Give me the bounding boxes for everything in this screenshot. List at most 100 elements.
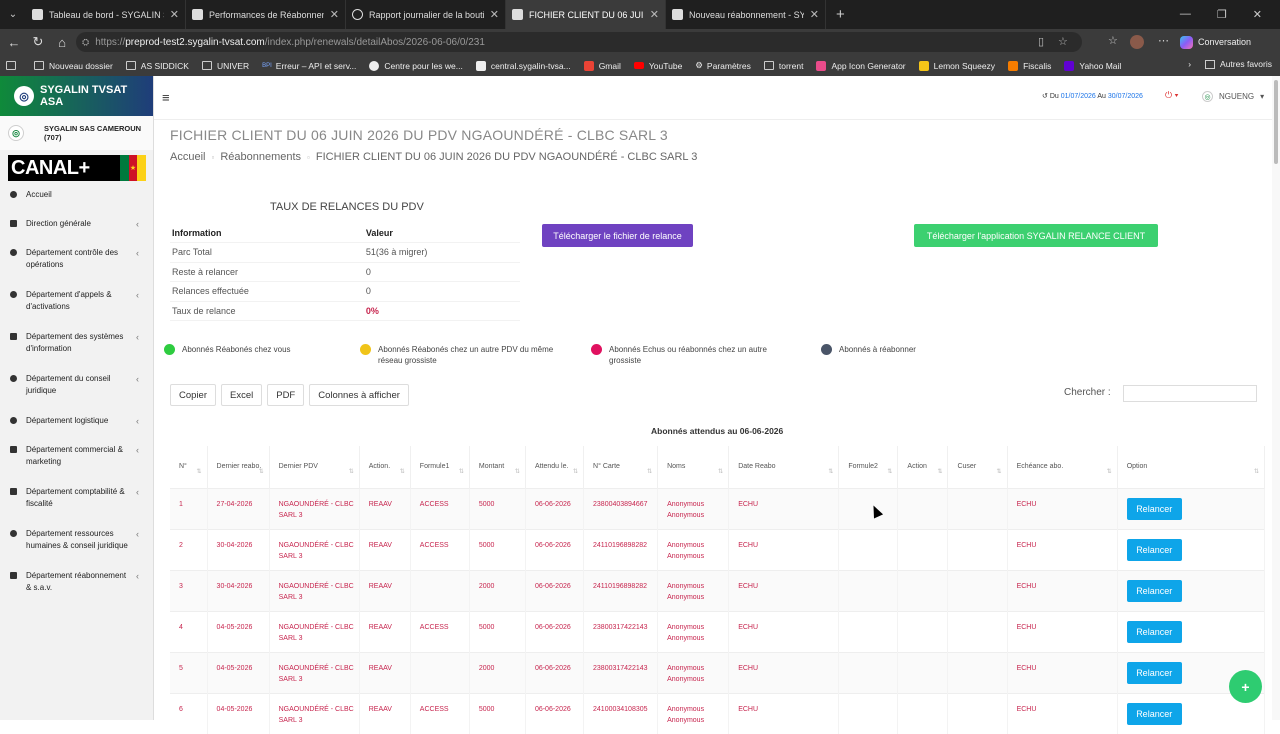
other-favorites[interactable]: › Autres favoris — [1188, 59, 1272, 69]
new-tab-icon[interactable]: + — [836, 6, 845, 23]
download-app-button[interactable]: Télécharger l'application SYGALIN RELANC… — [914, 224, 1158, 247]
browser-tab[interactable]: Nouveau réabonnement - SYGALIN✕ — [666, 0, 826, 29]
floating-add-button[interactable]: + — [1229, 670, 1262, 703]
browser-tab-active[interactable]: FICHIER CLIENT DU 06 JUIN 2026✕ — [506, 0, 666, 29]
more-menu-icon[interactable]: ⋯ — [1158, 34, 1169, 47]
favorites-icon[interactable]: ☆ — [1108, 34, 1118, 47]
sidebar-item-commercial-marketing[interactable]: Département commercial & marketing ‹ — [0, 444, 153, 486]
browser-tab[interactable]: Tableau de bord - SYGALIN SAS CAM✕ — [26, 0, 186, 29]
sort-icon[interactable]: ⇅ — [573, 467, 578, 477]
column-header[interactable]: Option ⇅ — [1117, 446, 1266, 488]
close-tab-icon[interactable]: ✕ — [170, 8, 179, 21]
column-header[interactable]: Formule2 ⇅ — [838, 446, 899, 488]
home-icon[interactable]: ⌂ — [50, 35, 74, 50]
browser-tab[interactable]: Performances de Réabonnements✕ — [186, 0, 346, 29]
close-tab-icon[interactable]: ✕ — [330, 8, 339, 21]
download-relance-file-button[interactable]: Télécharger le fichier de relance — [542, 224, 693, 247]
relancer-button[interactable]: Relancer — [1126, 497, 1182, 520]
sidebar-item-conseil-juridique[interactable]: Département du conseil juridique ‹ — [0, 373, 153, 415]
sort-icon[interactable]: ⇅ — [1107, 467, 1112, 477]
profile-avatar[interactable] — [1130, 35, 1144, 49]
columns-visibility-button[interactable]: Colonnes à afficher — [309, 384, 409, 406]
column-header[interactable]: Action. ⇅ — [359, 446, 411, 488]
period-selector[interactable]: ↺ Du 01/07/2026 Au 30/07/2026 — [1042, 92, 1143, 100]
url-field[interactable]: ⛭ https://preprod-test2.sygalin-tvsat.co… — [76, 32, 1082, 52]
breadcrumb-renewals-link[interactable]: Réabonnements — [220, 151, 301, 163]
sort-icon[interactable]: ⇅ — [349, 467, 354, 477]
close-tab-icon[interactable]: ✕ — [490, 8, 499, 21]
sort-icon[interactable]: ⇅ — [647, 467, 652, 477]
reload-icon[interactable]: ↻ — [26, 34, 50, 50]
sidebar-item-controle-operations[interactable]: Département contrôle des opérations ‹ — [0, 247, 153, 289]
sidebar-item-appels-activations[interactable]: Département d'appels & d'activations ‹ — [0, 289, 153, 331]
bookmark[interactable]: Nouveau dossier — [34, 61, 113, 71]
sidebar-item-reabonnement-sav[interactable]: Département réabonnement & s.a.v. ‹ — [0, 570, 153, 612]
close-tab-icon[interactable]: ✕ — [810, 8, 819, 21]
column-header[interactable]: Echéance abo. ⇅ — [1007, 446, 1118, 488]
reader-mode-icon[interactable]: ▯ — [1038, 35, 1044, 48]
hamburger-menu-icon[interactable]: ≡ — [162, 90, 170, 105]
sort-icon[interactable]: ⇅ — [400, 467, 405, 477]
user-menu[interactable]: ◎ NGUENG ▾ — [1202, 91, 1264, 102]
sort-icon[interactable]: ⇅ — [997, 467, 1002, 477]
column-header[interactable]: Attendu le. ⇅ — [525, 446, 585, 488]
back-arrow-icon[interactable]: ← — [2, 35, 26, 50]
sort-icon[interactable]: ⇅ — [259, 467, 264, 477]
sort-icon[interactable]: ⇅ — [459, 467, 464, 477]
pdf-button[interactable]: PDF — [267, 384, 305, 406]
column-header[interactable]: Cuser ⇅ — [947, 446, 1008, 488]
bookmark[interactable]: App Icon Generator — [816, 60, 906, 71]
relancer-button[interactable]: Relancer — [1126, 661, 1182, 684]
browser-tab[interactable]: Rapport journalier de la boutique✕ — [346, 0, 506, 29]
column-header[interactable]: Formule1 ⇅ — [410, 446, 470, 488]
relancer-button[interactable]: Relancer — [1126, 620, 1182, 643]
close-window-icon[interactable]: ✕ — [1253, 8, 1262, 21]
bookmark[interactable]: BPI Erreur – API et serv... — [262, 61, 356, 71]
sort-icon[interactable]: ⇅ — [828, 467, 833, 477]
bookmark[interactable]: UNIVER — [201, 61, 249, 71]
sidebar-item-ressources-humaines[interactable]: Département ressources humaines & consei… — [0, 528, 153, 570]
sidebar-item-systemes-information[interactable]: Département des systèmes d'information ‹ — [0, 331, 153, 373]
column-header[interactable]: Date Reabo ⇅ — [728, 446, 840, 488]
bookmark-sync-icon[interactable] — [6, 61, 21, 70]
bookmark[interactable]: Yahoo Mail — [1064, 60, 1121, 71]
site-info-icon[interactable]: ⛭ — [82, 37, 89, 48]
favorite-star-icon[interactable]: ☆ — [1058, 35, 1068, 48]
tab-list-chevron-icon[interactable]: ⌄ — [0, 0, 26, 29]
relancer-button[interactable]: Relancer — [1126, 538, 1182, 561]
column-header[interactable]: Dernier reabo. ⇅ — [207, 446, 270, 488]
copilot-conversation-button[interactable]: Conversation — [1180, 32, 1251, 52]
column-header[interactable]: N° Carte ⇅ — [583, 446, 659, 488]
relancer-button[interactable]: Relancer — [1126, 579, 1182, 602]
bookmark[interactable]: Lemon Squeezy — [918, 60, 995, 71]
sort-icon[interactable]: ⇅ — [937, 467, 942, 477]
sidebar-item-accueil[interactable]: Accueil — [0, 189, 153, 218]
sort-icon[interactable]: ⇅ — [887, 467, 892, 477]
restore-icon[interactable]: ❐ — [1217, 8, 1227, 21]
bookmark[interactable]: Centre pour les we... — [369, 60, 463, 71]
brand-header[interactable]: ◎ SYGALIN TVSAT ASA — [0, 76, 153, 116]
bookmark[interactable]: ⚙ Paramètres — [695, 60, 751, 71]
sidebar-item-comptabilite-fiscalite[interactable]: Département comptabilité & fiscalité ‹ — [0, 486, 153, 528]
bookmark[interactable]: torrent — [763, 61, 803, 71]
excel-button[interactable]: Excel — [221, 384, 263, 406]
sort-icon[interactable]: ⇅ — [1254, 467, 1259, 477]
power-icon[interactable]: ⏻ ▾ — [1165, 90, 1178, 101]
copy-button[interactable]: Copier — [170, 384, 216, 406]
column-header[interactable]: Noms ⇅ — [657, 446, 730, 488]
sort-icon[interactable]: ⇅ — [197, 467, 202, 477]
bookmark[interactable]: Gmail — [583, 60, 621, 71]
column-header[interactable]: Action ⇅ — [897, 446, 949, 488]
chevron-right-icon[interactable]: › — [1188, 59, 1191, 69]
sort-icon[interactable]: ⇅ — [515, 467, 520, 477]
column-header[interactable]: Dernier PDV ⇅ — [269, 446, 360, 488]
minimize-icon[interactable]: — — [1180, 8, 1191, 21]
sidebar-item-direction-generale[interactable]: Direction générale ‹ — [0, 218, 153, 247]
breadcrumb-home-link[interactable]: Accueil — [170, 151, 205, 163]
bookmark[interactable]: AS SIDDICK — [125, 61, 189, 71]
close-tab-icon[interactable]: ✕ — [650, 8, 659, 21]
relancer-button[interactable]: Relancer — [1126, 702, 1182, 725]
column-header[interactable]: Montant ⇅ — [469, 446, 526, 488]
bookmark[interactable]: YouTube — [633, 61, 682, 71]
sort-icon[interactable]: ⇅ — [718, 467, 723, 477]
